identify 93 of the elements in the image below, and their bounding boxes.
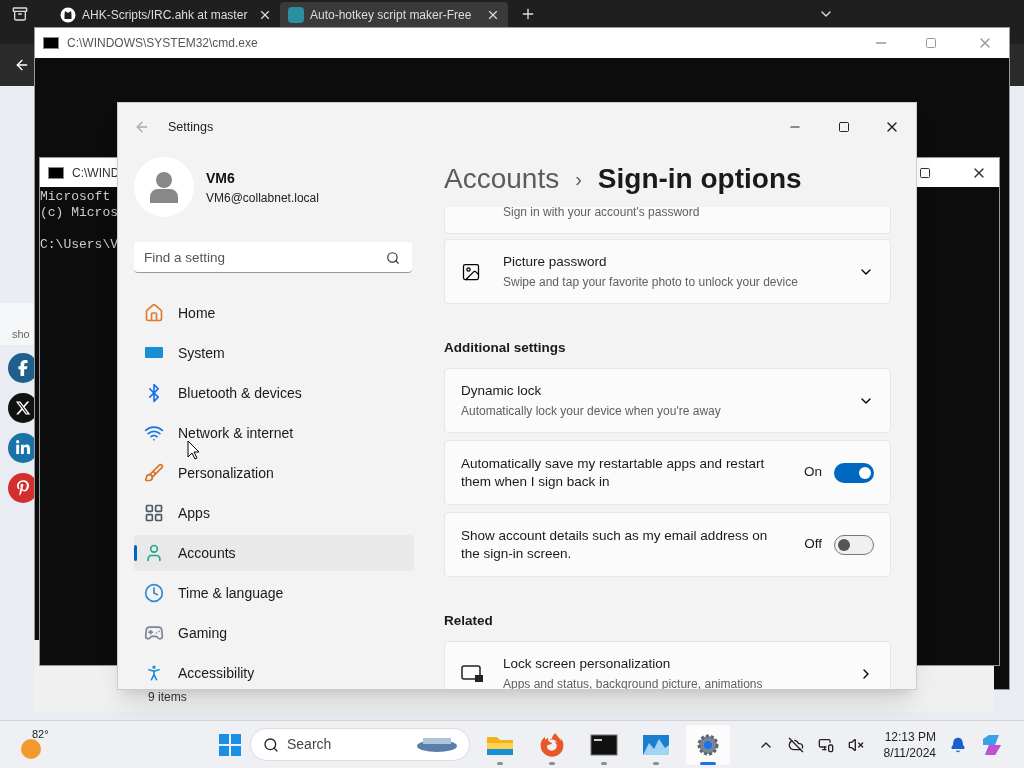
start-icon[interactable]: [218, 732, 242, 757]
nav-label: System: [178, 343, 225, 363]
wifi-icon: [144, 423, 164, 443]
sun-icon: [21, 738, 41, 759]
chart-app-icon: [642, 732, 670, 757]
section-heading: Additional settings: [444, 340, 567, 356]
maximize-icon[interactable]: [919, 166, 931, 179]
card-title: Lock screen personalization: [503, 655, 672, 674]
nav-item[interactable]: Bluetooth & devices: [134, 375, 414, 411]
search-icon: [263, 736, 279, 753]
nav-label: Home: [178, 303, 216, 323]
share-label: sho: [12, 326, 30, 342]
weather-widget[interactable]: 82°: [18, 724, 58, 765]
window-title: Settings: [168, 118, 214, 136]
nav-label: Apps: [178, 503, 210, 523]
nav-item[interactable]: Apps: [134, 495, 414, 531]
nav-label: Personalization: [178, 463, 274, 483]
toggle-switch[interactable]: [834, 534, 874, 555]
picture-icon: [461, 261, 481, 282]
mouse-cursor-icon: [187, 440, 200, 460]
browser-tab[interactable]: Auto-hotkey script maker-Free: [280, 2, 508, 27]
nav-label: Time & language: [178, 583, 284, 603]
window-title: C:\WINDOWS\SYSTEM32\cmd.exe: [67, 35, 258, 52]
console-line: (c) Micros: [40, 205, 118, 221]
card-subtitle: Automatically lock your device when you're away: [461, 402, 722, 420]
terminal-icon: [590, 732, 618, 757]
clock-icon: [144, 583, 164, 603]
nav-item[interactable]: Time & language: [134, 575, 414, 611]
card-subtitle: Sign in with your account's password: [503, 207, 700, 219]
toggle-switch[interactable]: [834, 462, 874, 483]
nav-item[interactable]: Gaming: [134, 615, 414, 651]
apps-icon: [144, 503, 164, 523]
nav-label: Bluetooth & devices: [178, 383, 302, 403]
clock[interactable]: 12:13 PM 8/11/2024: [883, 728, 936, 761]
display-icon[interactable]: [817, 736, 834, 753]
toggle-state-label: Off: [804, 535, 822, 554]
pinterest-icon: [15, 480, 31, 496]
page-title: Sign-in options: [597, 162, 802, 196]
firefox-icon: [540, 732, 564, 757]
section-heading: Related: [444, 613, 494, 629]
card-title: Picture password: [503, 253, 608, 272]
card-title: Dynamic lock: [461, 382, 543, 401]
console-icon: [43, 37, 59, 49]
tab-label: AHK-Scripts/IRC.ahk at master: [82, 6, 249, 24]
copilot-icon[interactable]: [980, 732, 1004, 757]
nav-item[interactable]: Accounts: [134, 535, 414, 571]
linkedin-icon: [15, 440, 31, 456]
console-icon: [48, 166, 64, 179]
facebook-icon: [15, 360, 31, 376]
browser-tab[interactable]: AHK-Scripts/IRC.ahk at master: [52, 2, 280, 27]
search-field[interactable]: Find a setting: [134, 242, 412, 273]
nav-item[interactable]: Accessibility: [134, 655, 414, 689]
cloud-off-icon[interactable]: [787, 736, 804, 753]
taskbar-search[interactable]: Search: [250, 728, 470, 761]
maximize-icon[interactable]: [838, 121, 850, 133]
user-icon: [144, 543, 164, 563]
card-subtitle: Swipe and tap your favorite photo to unlock your device: [503, 273, 799, 291]
speaker-muted-icon[interactable]: [847, 736, 864, 753]
console-line: Microsoft: [40, 189, 111, 205]
x-icon: [15, 400, 31, 416]
gamepad-icon: [144, 623, 164, 643]
card-title: Show account details such as my email address on the sign-in screen.: [461, 526, 769, 563]
brush-icon: [144, 463, 164, 483]
breadcrumb-separator: ›: [575, 167, 582, 192]
ai-logo-icon: [288, 6, 304, 23]
nav-item[interactable]: System: [134, 335, 414, 371]
nav-item[interactable]: Personalization: [134, 455, 414, 491]
nav-label: Network & internet: [178, 423, 294, 443]
search-icon: [386, 251, 400, 265]
status-text: 9 items: [148, 689, 187, 706]
settings-card[interactable]: Picture password Swipe and tap your favorite photo to unlock your device: [444, 239, 891, 304]
house-icon: [144, 303, 164, 323]
back-icon[interactable]: [14, 57, 30, 73]
tab-actions-icon[interactable]: [12, 5, 28, 22]
gear-icon: [696, 732, 720, 757]
user-email: VM6@collabnet.local: [206, 189, 319, 207]
toggle-state-label: On: [804, 463, 822, 482]
nav-item[interactable]: Network & internet: [134, 415, 414, 451]
user-name: VM6: [206, 168, 236, 188]
person-silhouette-icon: [150, 171, 178, 203]
github-icon: [60, 6, 76, 23]
nav-label: Gaming: [178, 623, 228, 643]
temperature: 82°: [32, 726, 49, 742]
nav-item[interactable]: Home: [134, 295, 414, 331]
notification-icon[interactable]: [950, 736, 966, 753]
tab-label: Auto-hotkey script maker-Free: [310, 6, 473, 24]
nav-label: Accounts: [178, 543, 236, 563]
console-prompt: C:\Users\V: [40, 237, 118, 253]
lock-screen-icon: [461, 663, 485, 684]
stadium-icon: [417, 737, 457, 752]
nav-label: Accessibility: [178, 663, 255, 683]
settings-card[interactable]: Dynamic lock Automatically lock your device when you're away: [444, 368, 891, 433]
card-title: Automatically save my restartable apps and restart them when I sign back in: [461, 454, 766, 491]
